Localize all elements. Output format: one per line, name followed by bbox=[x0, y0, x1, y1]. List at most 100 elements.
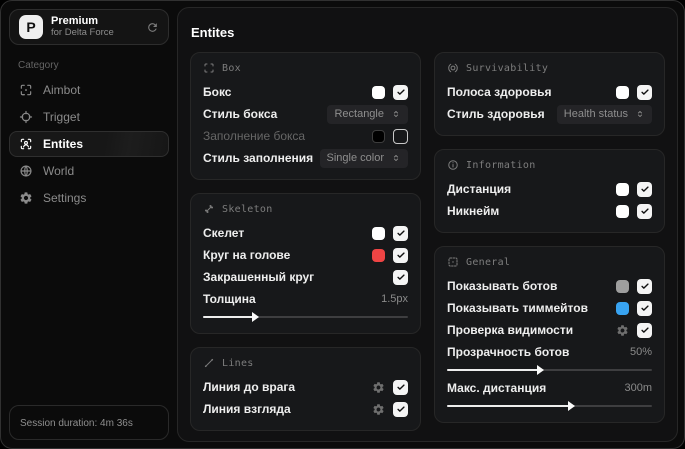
slider-track[interactable] bbox=[447, 365, 652, 375]
panel-title: Box bbox=[222, 62, 241, 74]
color-swatch[interactable] bbox=[616, 279, 629, 293]
slider-row: Макс. дистанция 300m bbox=[447, 377, 652, 411]
panel-header: Skeleton bbox=[203, 203, 408, 215]
slider-row-header: Прозрачность ботов 50% bbox=[447, 342, 652, 362]
setting-row: Бокс bbox=[203, 81, 408, 103]
checkbox[interactable] bbox=[637, 278, 652, 294]
color-swatch[interactable] bbox=[616, 301, 629, 315]
brand-text: Premium for Delta Force bbox=[51, 15, 114, 39]
app-window: P Premium for Delta Force Category Aimbo… bbox=[0, 0, 685, 449]
color-swatch[interactable] bbox=[372, 129, 385, 143]
checkbox[interactable] bbox=[393, 401, 408, 417]
slider-value: 1.5px bbox=[381, 293, 408, 305]
check-icon bbox=[396, 250, 406, 260]
row-controls bbox=[372, 225, 408, 241]
checkbox[interactable] bbox=[393, 379, 408, 395]
row-label: Дистанция bbox=[447, 182, 512, 196]
checkbox[interactable] bbox=[393, 247, 408, 263]
row-label: Проверка видимости bbox=[447, 323, 574, 337]
app-logo: P bbox=[19, 15, 43, 39]
row-label: Прозрачность ботов bbox=[447, 345, 570, 359]
dropdown[interactable]: Single color bbox=[319, 148, 408, 168]
checkbox[interactable] bbox=[637, 203, 652, 219]
gear-icon[interactable] bbox=[372, 381, 385, 394]
color-swatch[interactable] bbox=[616, 182, 629, 196]
setting-row: Показывать ботов bbox=[447, 275, 652, 297]
setting-row: Стиль здоровья Health status bbox=[447, 103, 652, 125]
row-controls bbox=[372, 128, 408, 144]
color-swatch[interactable] bbox=[372, 226, 385, 240]
dropdown-value: Single color bbox=[326, 152, 384, 164]
main-content: Entites Box Бокс Стиль бокса Rectangle Запол… bbox=[177, 7, 678, 442]
setting-row: Линия до врага bbox=[203, 376, 408, 398]
check-icon bbox=[396, 404, 406, 414]
row-label: Стиль бокса bbox=[203, 107, 278, 121]
dropdown[interactable]: Rectangle bbox=[327, 104, 408, 124]
sidebar-item-label: Aimbot bbox=[43, 83, 81, 97]
checkbox[interactable] bbox=[637, 84, 652, 100]
color-swatch[interactable] bbox=[616, 204, 629, 218]
survivability-icon bbox=[447, 62, 459, 74]
setting-row: Дистанция bbox=[447, 178, 652, 200]
row-label: Толщина bbox=[203, 292, 256, 306]
panel-title: General bbox=[466, 256, 511, 268]
row-controls: Single color bbox=[319, 148, 408, 168]
aimbot-icon bbox=[19, 83, 33, 97]
slider-track[interactable] bbox=[447, 401, 652, 411]
panel-column: Survivability Полоса здоровья Стиль здоров… bbox=[434, 52, 665, 431]
brand-subtitle: for Delta Force bbox=[51, 26, 114, 38]
dropdown[interactable]: Health status bbox=[556, 104, 652, 124]
panel-header: Box bbox=[203, 62, 408, 74]
slider-thumb[interactable] bbox=[252, 312, 260, 322]
check-icon bbox=[640, 87, 650, 97]
gear-icon[interactable] bbox=[372, 403, 385, 416]
color-swatch[interactable] bbox=[372, 85, 385, 99]
row-label: Стиль здоровья bbox=[447, 107, 545, 121]
checkbox[interactable] bbox=[637, 181, 652, 197]
world-icon bbox=[19, 164, 33, 178]
setting-row: Стиль заполнения Single color bbox=[203, 147, 408, 169]
color-swatch[interactable] bbox=[372, 248, 385, 262]
check-icon bbox=[396, 382, 406, 392]
checkbox[interactable] bbox=[637, 322, 652, 338]
page-title: Entites bbox=[191, 25, 235, 40]
panel-information: Information Дистанция Никнейм bbox=[434, 149, 665, 233]
sidebar-item-entites[interactable]: Entites bbox=[9, 131, 169, 157]
slider-fill bbox=[447, 405, 570, 407]
panel-skeleton: Skeleton Скелет Круг на голове Закрашенный … bbox=[190, 193, 421, 334]
row-label: Полоса здоровья bbox=[447, 85, 552, 99]
panel-header: Information bbox=[447, 159, 652, 171]
color-swatch[interactable] bbox=[616, 85, 629, 99]
settings-icon bbox=[19, 191, 33, 205]
row-label: Заполнение бокса bbox=[203, 129, 306, 143]
slider-value: 300m bbox=[624, 382, 652, 394]
row-label: Бокс bbox=[203, 85, 232, 99]
slider-track[interactable] bbox=[203, 312, 408, 322]
sidebar-item-trigget[interactable]: Trigget bbox=[9, 104, 169, 130]
panel-column: Box Бокс Стиль бокса Rectangle Заполнение бо… bbox=[190, 52, 421, 431]
gear-icon[interactable] bbox=[616, 324, 629, 337]
sidebar-item-aimbot[interactable]: Aimbot bbox=[9, 77, 169, 103]
row-controls bbox=[372, 379, 408, 395]
slider-fill bbox=[447, 369, 540, 371]
slider-thumb[interactable] bbox=[537, 365, 545, 375]
checkbox[interactable] bbox=[393, 128, 408, 144]
dropdown-value: Rectangle bbox=[334, 108, 384, 120]
row-controls bbox=[372, 401, 408, 417]
slider-row: Прозрачность ботов 50% bbox=[447, 341, 652, 375]
slider-thumb[interactable] bbox=[568, 401, 575, 411]
setting-row: Никнейм bbox=[447, 200, 652, 222]
check-icon bbox=[396, 272, 406, 282]
sidebar-item-settings[interactable]: Settings bbox=[9, 185, 169, 211]
refresh-icon[interactable] bbox=[146, 21, 159, 34]
setting-row: Заполнение бокса bbox=[203, 125, 408, 147]
panel-title: Survivability bbox=[466, 62, 549, 74]
sidebar-item-world[interactable]: World bbox=[9, 158, 169, 184]
check-icon bbox=[640, 281, 650, 291]
checkbox[interactable] bbox=[393, 225, 408, 241]
checkbox[interactable] bbox=[393, 269, 408, 285]
row-label: Никнейм bbox=[447, 204, 500, 218]
checkbox[interactable] bbox=[637, 300, 652, 316]
sidebar-nav: Aimbot Trigget Entites World Settings bbox=[9, 76, 169, 212]
checkbox[interactable] bbox=[393, 84, 408, 100]
